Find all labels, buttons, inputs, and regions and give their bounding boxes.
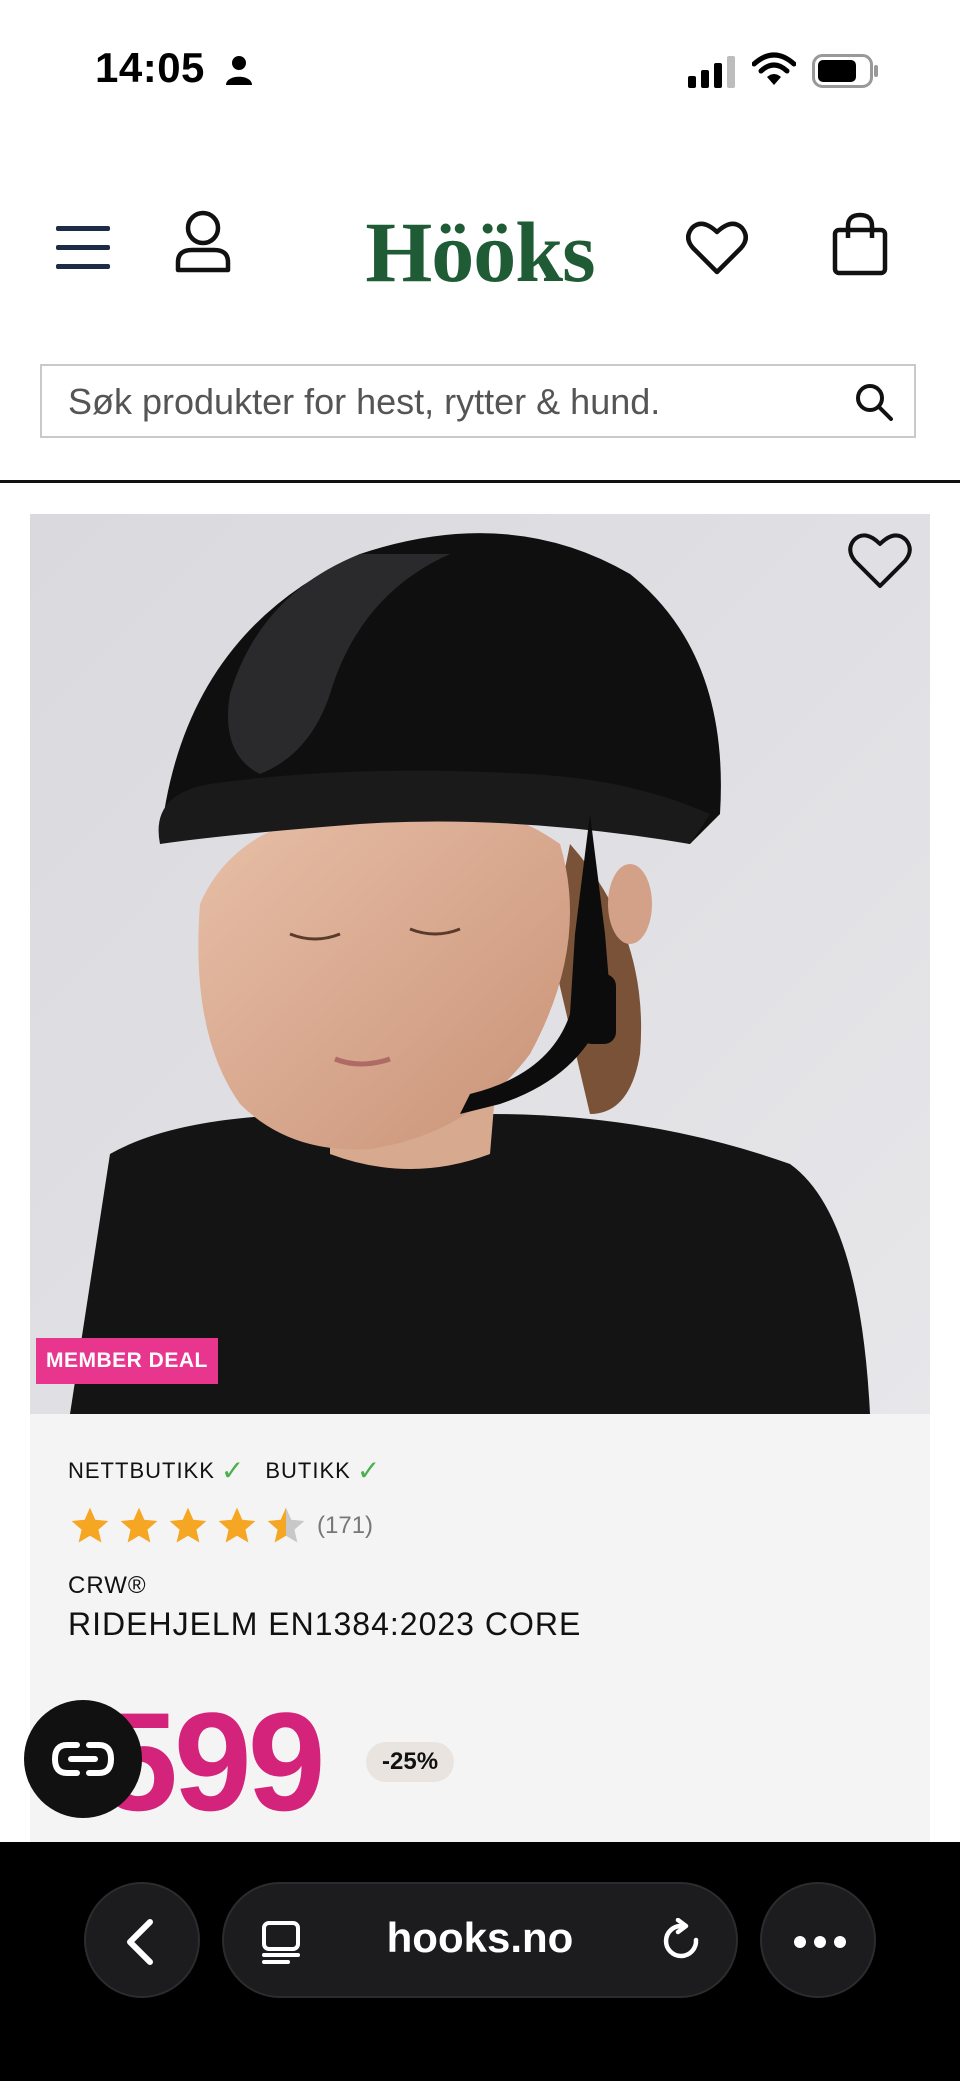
battery-icon bbox=[812, 54, 880, 93]
cellular-signal-icon bbox=[688, 56, 736, 93]
browser-toolbar: hooks.no bbox=[0, 1842, 960, 2081]
chevron-left-icon bbox=[127, 1919, 153, 1965]
check-icon: ✓ bbox=[356, 1455, 382, 1486]
search-box bbox=[40, 364, 916, 438]
product-card[interactable]: MEMBER DEAL NETTBUTIKK ✓ BUTIKK ✓ (171) … bbox=[30, 514, 930, 1842]
star-icon bbox=[120, 1507, 158, 1543]
star-icon bbox=[169, 1507, 207, 1543]
status-time: 14:05 bbox=[95, 44, 205, 91]
header-divider bbox=[0, 480, 960, 483]
discount-badge: -25% bbox=[366, 1742, 455, 1782]
url-bar[interactable]: hooks.no bbox=[222, 1882, 738, 1998]
availability-online-label: NETTBUTIKK bbox=[68, 1457, 215, 1483]
add-to-wishlist-icon[interactable] bbox=[848, 532, 912, 590]
availability-store-label: BUTIKK bbox=[265, 1457, 351, 1483]
heart-icon[interactable] bbox=[686, 220, 748, 281]
product-image[interactable]: MEMBER DEAL bbox=[30, 514, 930, 1414]
star-icon bbox=[218, 1507, 256, 1543]
availability: NETTBUTIKK ✓ BUTIKK ✓ bbox=[68, 1454, 395, 1487]
member-deal-badge: MEMBER DEAL bbox=[36, 1338, 218, 1384]
wifi-icon bbox=[751, 52, 797, 93]
status-bar: 14:05 bbox=[0, 0, 960, 140]
shopping-bag-icon[interactable] bbox=[832, 212, 888, 281]
check-icon: ✓ bbox=[220, 1455, 246, 1486]
rating[interactable]: (171) bbox=[68, 1504, 373, 1548]
more-dots-icon bbox=[794, 1936, 846, 1948]
more-options-button[interactable] bbox=[760, 1882, 876, 1998]
search-icon[interactable] bbox=[854, 382, 894, 427]
star-icon bbox=[71, 1507, 109, 1543]
link-icon bbox=[51, 1742, 115, 1776]
person-icon bbox=[224, 54, 254, 91]
search-input[interactable] bbox=[66, 366, 850, 438]
site-logo[interactable]: Hööks bbox=[0, 202, 960, 302]
rating-count: (171) bbox=[317, 1512, 374, 1539]
product-brand: CRW® bbox=[68, 1572, 147, 1599]
half-star-icon bbox=[267, 1507, 305, 1543]
back-button[interactable] bbox=[84, 1882, 200, 1998]
site-header: Hööks bbox=[0, 180, 960, 310]
reload-icon[interactable] bbox=[660, 1917, 704, 1969]
link-button[interactable] bbox=[24, 1700, 142, 1818]
product-name[interactable]: RIDEHJELM EN1384:2023 CORE bbox=[68, 1606, 581, 1643]
